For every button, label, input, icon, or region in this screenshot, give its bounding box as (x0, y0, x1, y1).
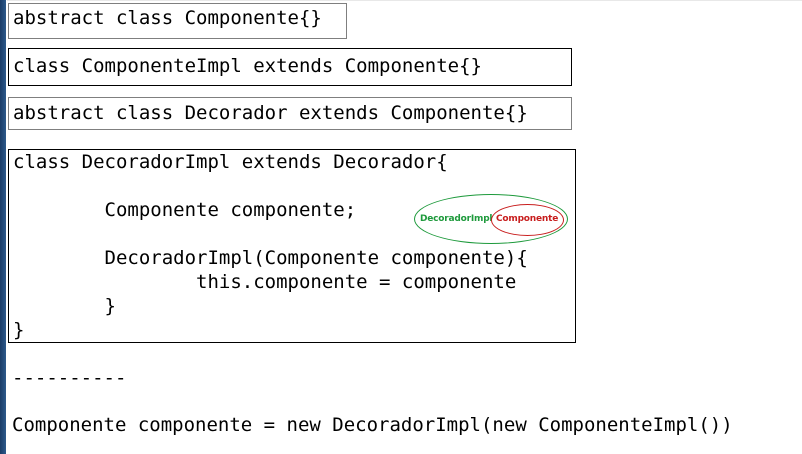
inner-ellipse-label: Componente (496, 214, 559, 224)
code-line: class DecoradorImpl extends Decorador{ (13, 151, 448, 173)
usage-line: Componente componente = new DecoradorImp… (12, 414, 733, 436)
code-line: class ComponenteImpl extends Componente{… (13, 55, 482, 77)
top-border (7, 0, 802, 1)
code-box-decorador: abstract class Decorador extends Compone… (8, 97, 572, 130)
code-line: } (13, 319, 25, 341)
code-box-componente: abstract class Componente{} (8, 3, 347, 39)
code-line: } (13, 295, 116, 317)
code-line: abstract class Decorador extends Compone… (13, 102, 528, 124)
code-box-decorador-impl: class DecoradorImpl extends Decorador{ C… (8, 149, 576, 343)
background-window-strip (0, 0, 6, 454)
code-line: Componente componente; (13, 199, 357, 221)
outer-ellipse-label: DecoradorImpl (420, 214, 493, 224)
code-box-componente-impl: class ComponenteImpl extends Componente{… (8, 48, 572, 86)
separator-line: ---------- (12, 367, 127, 389)
code-line: this.componente = componente (13, 271, 517, 293)
code-line: abstract class Componente{} (13, 7, 322, 29)
code-line: DecoradorImpl(Componente componente){ (13, 247, 528, 269)
